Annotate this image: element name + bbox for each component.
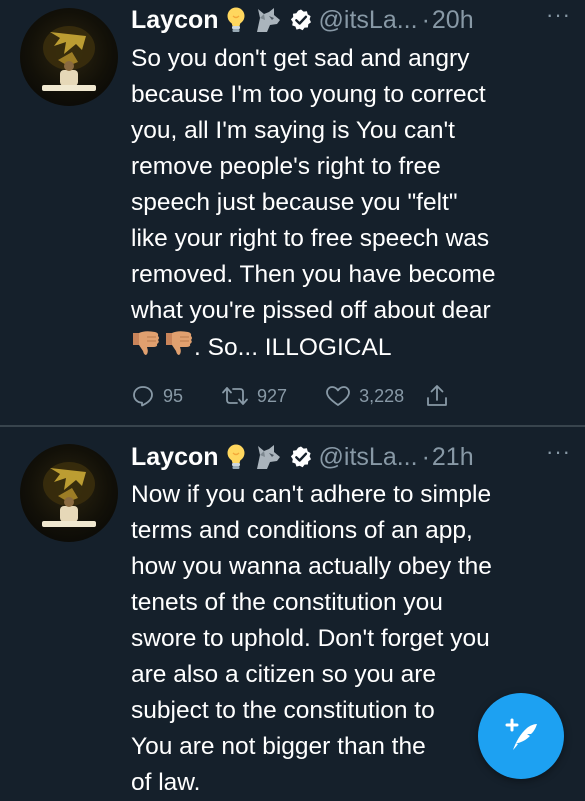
reply-button[interactable]: 95 [131,384,183,408]
lightbulb-emoji-icon [225,6,247,34]
tweet-text-line: are also a citizen so you are [131,661,437,688]
wolf-emoji-icon [253,443,283,471]
tweet-text-line: tenets of the constitution you [131,589,443,616]
tweet-text-line: speech just because you "felt" [131,189,458,216]
retweet-icon [221,384,249,408]
tweet-text-last-line: . So... ILLOGICAL [131,329,579,368]
retweet-button[interactable]: 927 [221,384,287,408]
wolf-emoji-icon [253,6,283,34]
avatar[interactable] [20,8,118,106]
like-button[interactable]: 3,228 [325,384,404,408]
author-handle[interactable]: @itsLa... [319,6,418,35]
tweet-timestamp[interactable]: 20h [432,6,474,35]
tweet-text-line: removed. Then you have become [131,261,496,288]
tweet-header: Laycon @itsLa... · 20h ··· [131,2,575,38]
tweet-text-line: swore to uphold. Don't forget you [131,625,490,652]
tweet-text-line: terms and conditions of an app, [131,517,473,544]
reply-count: 95 [163,385,184,406]
tweet-text-line: how you wanna actually obey the [131,553,492,580]
share-icon [426,383,448,409]
author-handle[interactable]: @itsLa... [319,443,418,472]
tweet-text-line: like your right to free speech was [131,225,490,252]
tweet-text-line: what you're pissed off about dear [131,297,491,324]
thumbs-down-emoji-icon [131,329,161,368]
tweet-text-line: Now if you can't adhere to simple [131,481,492,508]
tweet-text-tail: . So... ILLOGICAL [194,333,392,361]
verified-icon [289,8,313,32]
like-count: 3,228 [359,385,405,406]
tweet-timestamp[interactable]: 21h [432,443,474,472]
share-button[interactable] [426,383,448,409]
separator-dot: · [421,442,430,471]
tweet-text-line: remove people's right to free [131,153,441,180]
tweet-text: So you don't get sad and angry because I… [131,41,579,368]
author-name[interactable]: Laycon [131,6,219,35]
tweet-text-line: you, all I'm saying is You can't [131,117,455,144]
thumbs-down-emoji-icon [164,329,194,368]
tweet-actions: 95 927 3,228 [131,380,448,412]
verified-icon [289,445,313,469]
avatar[interactable] [20,444,118,542]
retweet-count: 927 [257,385,288,406]
compose-tweet-icon [499,712,543,761]
tweet-text-line: So you don't get sad and angry [131,45,470,72]
compose-tweet-button[interactable] [478,693,564,779]
more-options-icon[interactable]: ··· [546,439,571,465]
more-options-icon[interactable]: ··· [546,2,571,28]
heart-icon [325,384,351,408]
reply-icon [131,384,155,408]
tweet[interactable]: Laycon @itsLa... · 20h ··· So you don't … [0,0,585,426]
lightbulb-emoji-icon [225,443,247,471]
author-name[interactable]: Laycon [131,443,219,472]
tweet-header: Laycon @itsLa... · 21h ··· [131,439,575,475]
separator-dot: · [421,5,430,34]
tweet-text-line: because I'm too young to correct [131,81,486,108]
